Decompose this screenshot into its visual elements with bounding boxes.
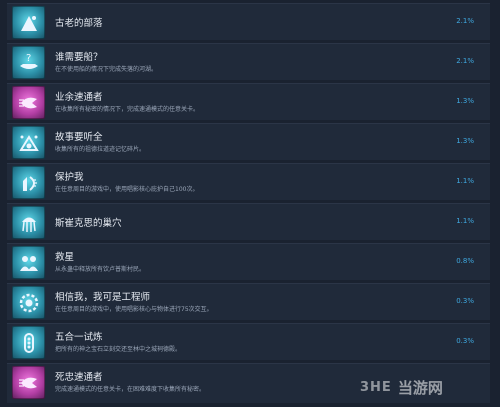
achievement-title: 故事要听全 xyxy=(55,132,103,143)
engineer-gear-icon xyxy=(12,286,45,319)
savior-villagers-icon xyxy=(12,246,45,279)
achievement-row[interactable]: 保护我 在任意周目的游戏中，使用唱影核心庇护自己100次。 1.1% xyxy=(7,163,490,200)
achievement-list: 古老的部落 2.1% ? 谁需要船？ 在不使用船的情况下完成失落的河湖。 2.1… xyxy=(0,0,500,407)
achievement-row[interactable]: 救星 从永蛊中释放所有饮卢普斯村民。 0.8% xyxy=(7,243,490,280)
unlock-percent: 0.8% xyxy=(456,257,474,265)
achievement-row[interactable]: 故事要听全 收集所有的祖德拉道迹记忆碎片。 1.3% xyxy=(7,123,490,160)
story-fragments-icon xyxy=(12,126,45,159)
unlock-percent: 0.3% xyxy=(456,297,474,305)
unlock-percent: 1.3% xyxy=(456,97,474,105)
speedrun-bird-icon xyxy=(12,86,45,119)
unlock-percent: 2.1% xyxy=(456,17,474,25)
unlock-percent: 1.3% xyxy=(456,137,474,145)
achievement-row[interactable]: 斯崔克思的巢穴 1.1% xyxy=(7,203,490,240)
achievement-title: 保护我 xyxy=(55,172,84,183)
achievement-title: 谁需要船？ xyxy=(55,52,103,63)
achievement-row[interactable]: 业余速通者 在收集所有秘密的情况下，完成速通模式的任意关卡。 1.3% xyxy=(7,83,490,120)
achievement-description: 在收集所有秘密的情况下，完成速通模式的任意关卡。 xyxy=(55,106,200,113)
achievement-description: 完成速通模式的任意关卡，在困难难度下收集所有秘密。 xyxy=(55,386,206,393)
site-watermark: 3HE 当游网 xyxy=(360,372,490,402)
achievement-title: 死忠速通者 xyxy=(55,372,103,383)
achievement-title: 业余速通者 xyxy=(55,92,103,103)
achievement-description: 在不使用船的情况下完成失落的河湖。 xyxy=(55,66,158,73)
achievement-title: 五合一试炼 xyxy=(55,332,103,343)
lair-jellyfish-icon xyxy=(12,206,45,239)
protect-icon xyxy=(12,166,45,199)
unlock-percent: 2.1% xyxy=(456,57,474,65)
achievement-title: 古老的部落 xyxy=(55,18,103,29)
achievement-description: 从永蛊中释放所有饮卢普斯村民。 xyxy=(55,266,146,273)
watermark-text: 当游网 xyxy=(397,378,443,397)
tribe-tent-icon xyxy=(12,6,45,39)
speedrun-bird-icon xyxy=(12,366,45,399)
unlock-percent: 1.1% xyxy=(456,177,474,185)
achievement-row[interactable]: 相信我，我可是工程师 在任意周目的游戏中，使用唱影核心与物体进行75次交互。 0… xyxy=(7,283,490,320)
achievement-row[interactable]: ? 谁需要船？ 在不使用船的情况下完成失落的河湖。 2.1% xyxy=(7,43,490,80)
achievement-row[interactable]: 古老的部落 2.1% xyxy=(7,3,490,40)
unlock-percent: 1.1% xyxy=(456,217,474,225)
achievement-description: 在任意周目的游戏中，使用唱影核心庇护自己100次。 xyxy=(55,186,199,193)
achievement-title: 相信我，我可是工程师 xyxy=(55,292,151,303)
achievement-description: 在任意周目的游戏中，使用唱影核心与物体进行75次交互。 xyxy=(55,306,213,313)
achievement-title: 救星 xyxy=(55,252,75,263)
gem-trial-icon xyxy=(12,326,45,359)
achievement-description: 收集所有的祖德拉道迹记忆碎片。 xyxy=(55,146,146,153)
svg-text:?: ? xyxy=(26,53,31,64)
achievement-description: 把所有的神之宝石立刻交还至林中之城祠德殿。 xyxy=(55,346,182,353)
boat-question-icon: ? xyxy=(12,46,45,79)
unlock-percent: 0.3% xyxy=(456,337,474,345)
watermark-logo: 3HE xyxy=(360,379,392,395)
achievement-row[interactable]: 五合一试炼 把所有的神之宝石立刻交还至林中之城祠德殿。 0.3% xyxy=(7,323,490,360)
achievement-title: 斯崔克思的巢穴 xyxy=(55,218,122,229)
